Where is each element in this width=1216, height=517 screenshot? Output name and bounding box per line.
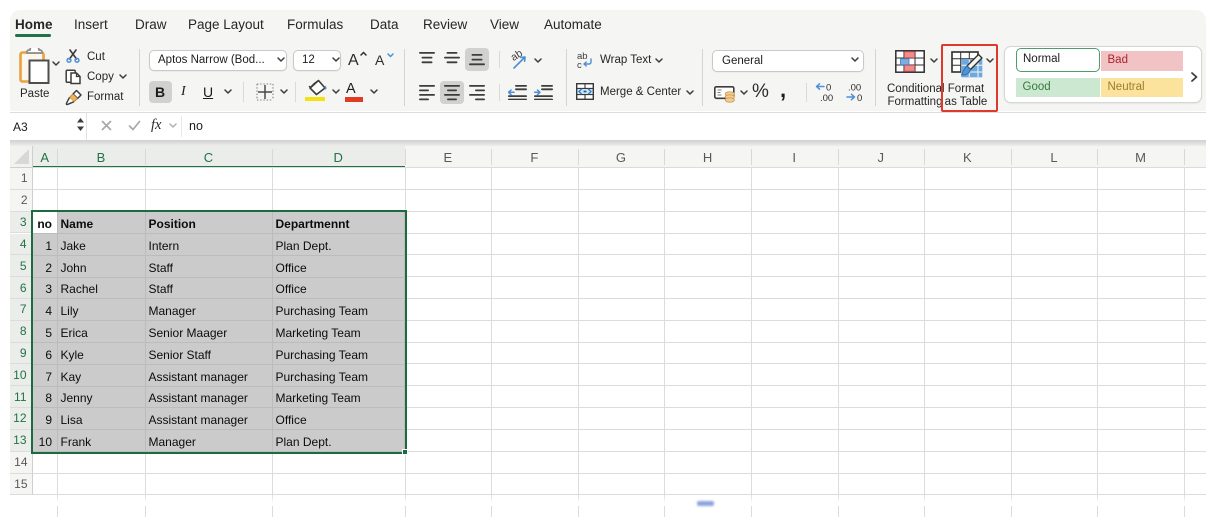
svg-text:0: 0 xyxy=(826,83,831,94)
svg-text:.00: .00 xyxy=(848,83,861,94)
svg-text:c: c xyxy=(577,60,582,69)
svg-text:A: A xyxy=(375,52,385,68)
svg-text:0: 0 xyxy=(857,93,862,103)
svg-text:A: A xyxy=(348,52,359,68)
svg-text:ab: ab xyxy=(509,49,525,64)
svg-text:.00: .00 xyxy=(820,93,833,103)
